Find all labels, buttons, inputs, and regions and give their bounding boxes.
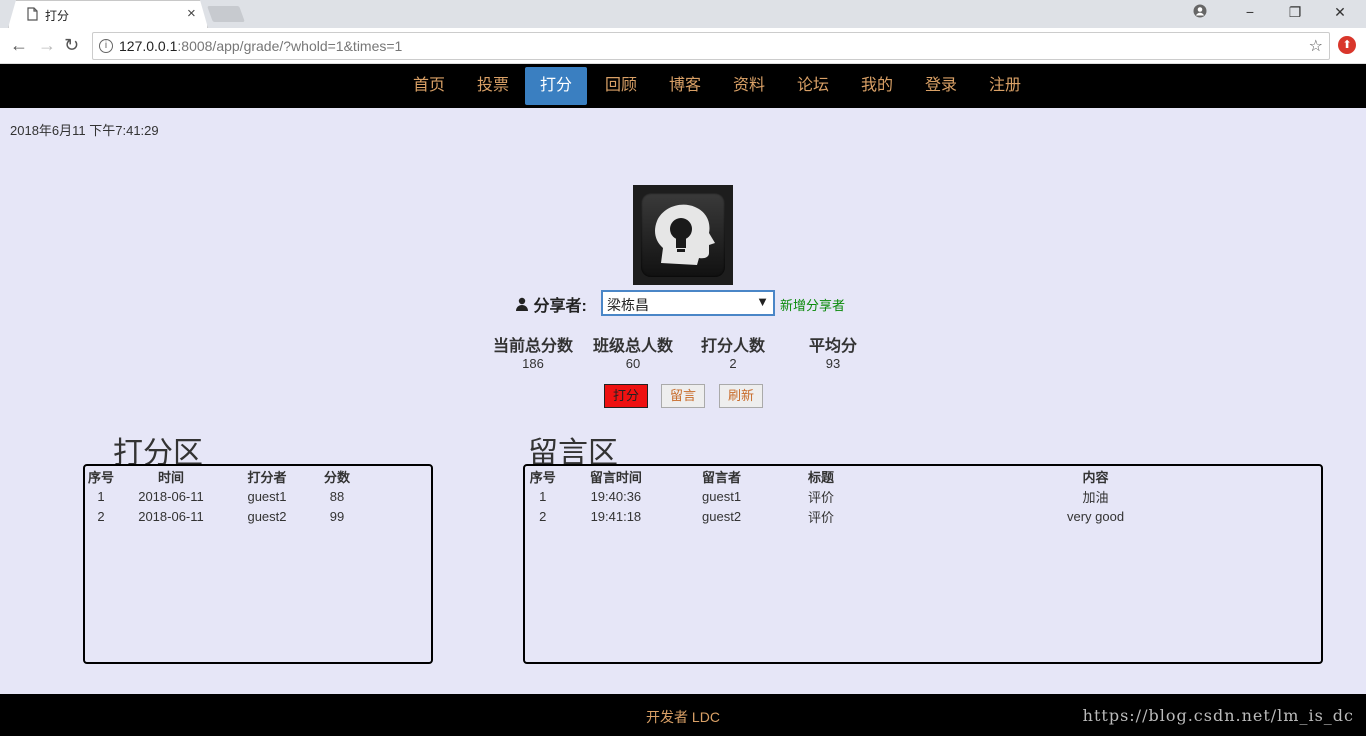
user-icon xyxy=(515,297,533,315)
score-button[interactable]: 打分 xyxy=(604,384,648,408)
restore-icon[interactable]: ❐ xyxy=(1285,4,1305,21)
head-bulb-icon xyxy=(641,193,725,277)
stat-average-label: 平均分 xyxy=(808,338,857,355)
nav-materials[interactable]: 资料 xyxy=(721,67,777,105)
table-cell: 19:40:36 xyxy=(590,488,642,504)
col-header: 标题 xyxy=(807,469,834,485)
nav-home[interactable]: 首页 xyxy=(401,67,457,105)
window-close-icon[interactable]: ✕ xyxy=(1330,4,1350,21)
page-icon xyxy=(27,7,38,24)
table-cell: 2018-06-11 xyxy=(138,508,204,524)
close-icon[interactable]: × xyxy=(187,5,196,22)
refresh-button[interactable]: 刷新 xyxy=(719,384,763,408)
tab-title: 打分 xyxy=(45,9,70,23)
bookmark-star-icon[interactable]: ☆ xyxy=(1309,36,1323,56)
col-header: 分数 xyxy=(323,469,350,485)
comment-table: 序号 留言时间 留言者 标题 内容 1 19:40:36 guest1 评价 加… xyxy=(525,466,1321,526)
table-cell: guest1 xyxy=(247,488,287,504)
col-header: 序号 xyxy=(529,469,556,485)
table-cell: 1 xyxy=(539,488,547,504)
sharer-label: 分享者: xyxy=(515,292,587,316)
col-header: 打分者 xyxy=(247,469,287,485)
score-table-panel: 序号 时间 打分者 分数 1 2018-06-11 guest1 88 2 20… xyxy=(83,464,433,664)
table-row: 2 2018-06-11 guest2 99 xyxy=(85,506,365,526)
table-cell: 评价 xyxy=(807,509,834,525)
table-header-row: 序号 留言时间 留言者 标题 内容 xyxy=(525,466,1321,486)
table-row: 1 19:40:36 guest1 评价 加油 xyxy=(525,486,1321,506)
table-cell: 加油 xyxy=(1082,489,1109,505)
address-bar[interactable]: i 127.0.0.1:8008/app/grade/?whold=1&time… xyxy=(92,32,1330,60)
minimize-icon[interactable]: − xyxy=(1240,4,1260,20)
stat-total-score-label: 当前总分数 xyxy=(492,338,573,355)
stat-average-value: 93 xyxy=(825,356,841,371)
site-footer: 开发者 LDC https://blog.csdn.net/lm_is_dc xyxy=(0,694,1366,736)
stat-total-score-value: 186 xyxy=(522,356,544,371)
add-sharer-link[interactable]: 新增分享者 xyxy=(780,295,845,314)
table-cell: guest2 xyxy=(247,508,287,524)
nav-score[interactable]: 打分 xyxy=(525,67,587,105)
forward-icon[interactable]: → xyxy=(38,36,56,54)
table-cell: guest2 xyxy=(702,508,742,524)
dropdown-arrow-icon: ▼ xyxy=(756,294,769,309)
new-tab-button[interactable] xyxy=(207,6,245,22)
sharer-selected-value: 梁栋昌 xyxy=(607,297,649,313)
table-cell: very good xyxy=(1066,508,1125,524)
table-cell: guest1 xyxy=(702,488,742,504)
nav-register[interactable]: 注册 xyxy=(977,67,1033,105)
table-cell: 2 xyxy=(539,508,547,524)
nav-vote[interactable]: 投票 xyxy=(465,67,521,105)
site-navbar: 首页 投票 打分 回顾 博客 资料 论坛 我的 登录 注册 xyxy=(0,64,1366,108)
url-host: 127.0.0.1 xyxy=(119,38,178,54)
table-cell: 评价 xyxy=(807,489,834,505)
watermark: https://blog.csdn.net/lm_is_dc xyxy=(1082,706,1354,725)
url-text: 127.0.0.1:8008/app/grade/?whold=1&times=… xyxy=(119,38,402,54)
nav-forum[interactable]: 论坛 xyxy=(785,67,841,105)
browser-tabbar: 打分 × − ❐ ✕ xyxy=(0,0,1366,28)
comment-button[interactable]: 留言 xyxy=(661,384,705,408)
extension-icon[interactable]: ⬆ xyxy=(1338,36,1356,54)
stat-raters-label: 打分人数 xyxy=(700,338,765,355)
browser-tab[interactable]: 打分 × xyxy=(8,0,208,28)
current-datetime: 2018年6月11 下午7:41:29 xyxy=(10,123,159,138)
stat-class-size-value: 60 xyxy=(625,356,641,371)
col-header: 留言者 xyxy=(702,469,742,485)
table-cell: 19:41:18 xyxy=(590,508,642,524)
col-header: 序号 xyxy=(87,469,114,485)
stat-class-size-label: 班级总人数 xyxy=(592,338,673,355)
browser-toolbar: ← → ↻ i 127.0.0.1:8008/app/grade/?whold=… xyxy=(0,28,1366,64)
stat-raters-value: 2 xyxy=(729,356,737,371)
col-header: 内容 xyxy=(1082,469,1109,485)
comment-table-panel: 序号 留言时间 留言者 标题 内容 1 19:40:36 guest1 评价 加… xyxy=(523,464,1323,664)
col-header: 留言时间 xyxy=(589,469,642,485)
nav-mine[interactable]: 我的 xyxy=(849,67,905,105)
table-cell: 1 xyxy=(97,488,105,504)
sharer-label-text: 分享者: xyxy=(533,298,587,315)
nav-blog[interactable]: 博客 xyxy=(657,67,713,105)
table-cell: 88 xyxy=(329,488,345,504)
url-path: :8008/app/grade/?whold=1&times=1 xyxy=(177,38,403,54)
sharer-avatar xyxy=(633,185,733,285)
sharer-select[interactable]: 梁栋昌 ▼ xyxy=(601,290,775,316)
back-icon[interactable]: ← xyxy=(10,36,28,54)
table-cell: 2018-06-11 xyxy=(138,488,204,504)
col-header: 时间 xyxy=(157,469,184,485)
reload-icon[interactable]: ↻ xyxy=(64,36,79,54)
score-table: 序号 时间 打分者 分数 1 2018-06-11 guest1 88 2 20… xyxy=(85,466,365,526)
table-header-row: 序号 时间 打分者 分数 xyxy=(85,466,365,486)
info-icon[interactable]: i xyxy=(99,39,113,53)
table-row: 2 19:41:18 guest2 评价 very good xyxy=(525,506,1321,526)
account-icon[interactable] xyxy=(1190,4,1210,21)
table-cell: 99 xyxy=(329,508,345,524)
nav-login[interactable]: 登录 xyxy=(913,67,969,105)
table-cell: 2 xyxy=(97,508,105,524)
nav-review[interactable]: 回顾 xyxy=(593,67,649,105)
table-row: 1 2018-06-11 guest1 88 xyxy=(85,486,365,506)
